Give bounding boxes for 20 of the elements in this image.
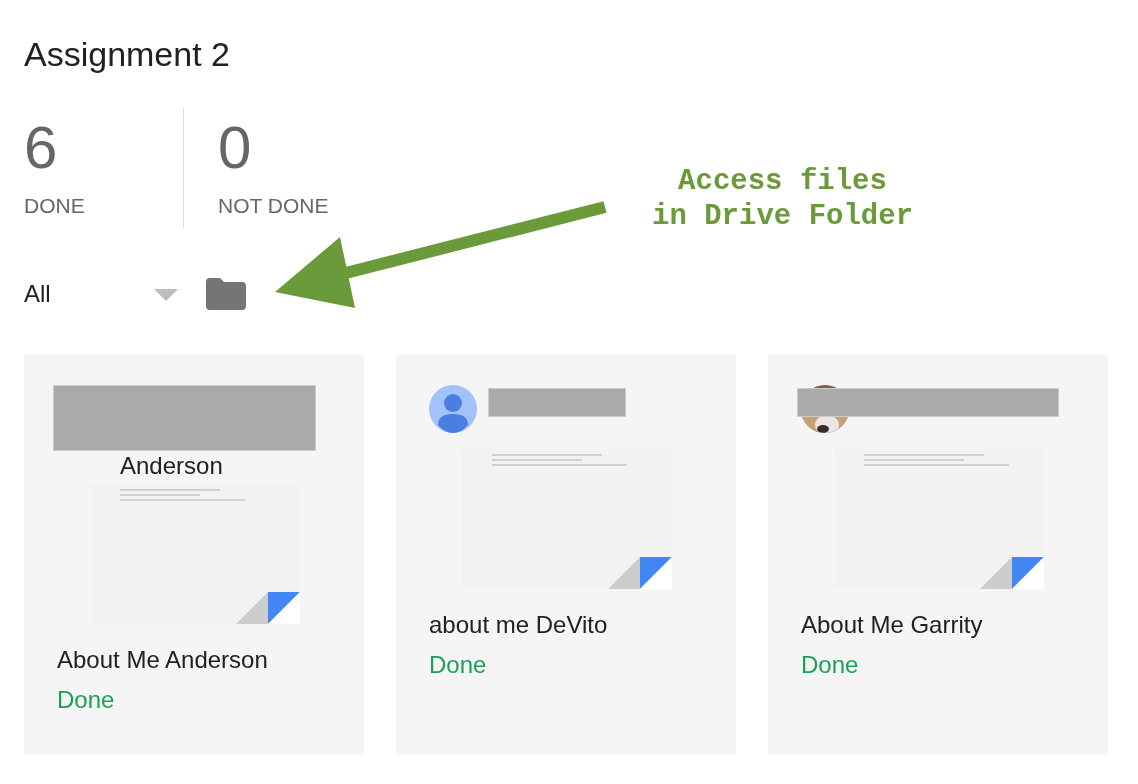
status-label: Done (57, 686, 116, 714)
file-title: About Me Garrity (801, 611, 984, 639)
student-name: Anderson (120, 452, 223, 480)
status-label: Done (801, 651, 860, 679)
file-title: About Me Anderson (57, 646, 269, 674)
caret-icon (154, 289, 178, 301)
submission-card[interactable]: Anderson About Me Anderson Done (24, 354, 364, 754)
stat-count: 0 (218, 113, 253, 183)
submission-card[interactable]: about me DeVito Done (396, 354, 736, 754)
status-label: Done (429, 651, 488, 679)
annotation-text: Access files in Drive Folder (652, 164, 914, 234)
avatar-icon (429, 385, 477, 433)
assignment-title: Assignment 2 (24, 34, 231, 74)
file-title: about me DeVito (429, 611, 609, 639)
filter-dropdown[interactable]: All (24, 280, 178, 308)
submission-card[interactable]: About Me Garrity Done (768, 354, 1108, 754)
stat-count: 6 (24, 113, 59, 183)
stat-label: NOT DONE (218, 194, 329, 218)
folder-icon[interactable] (206, 278, 246, 310)
stat-label: DONE (24, 194, 86, 218)
